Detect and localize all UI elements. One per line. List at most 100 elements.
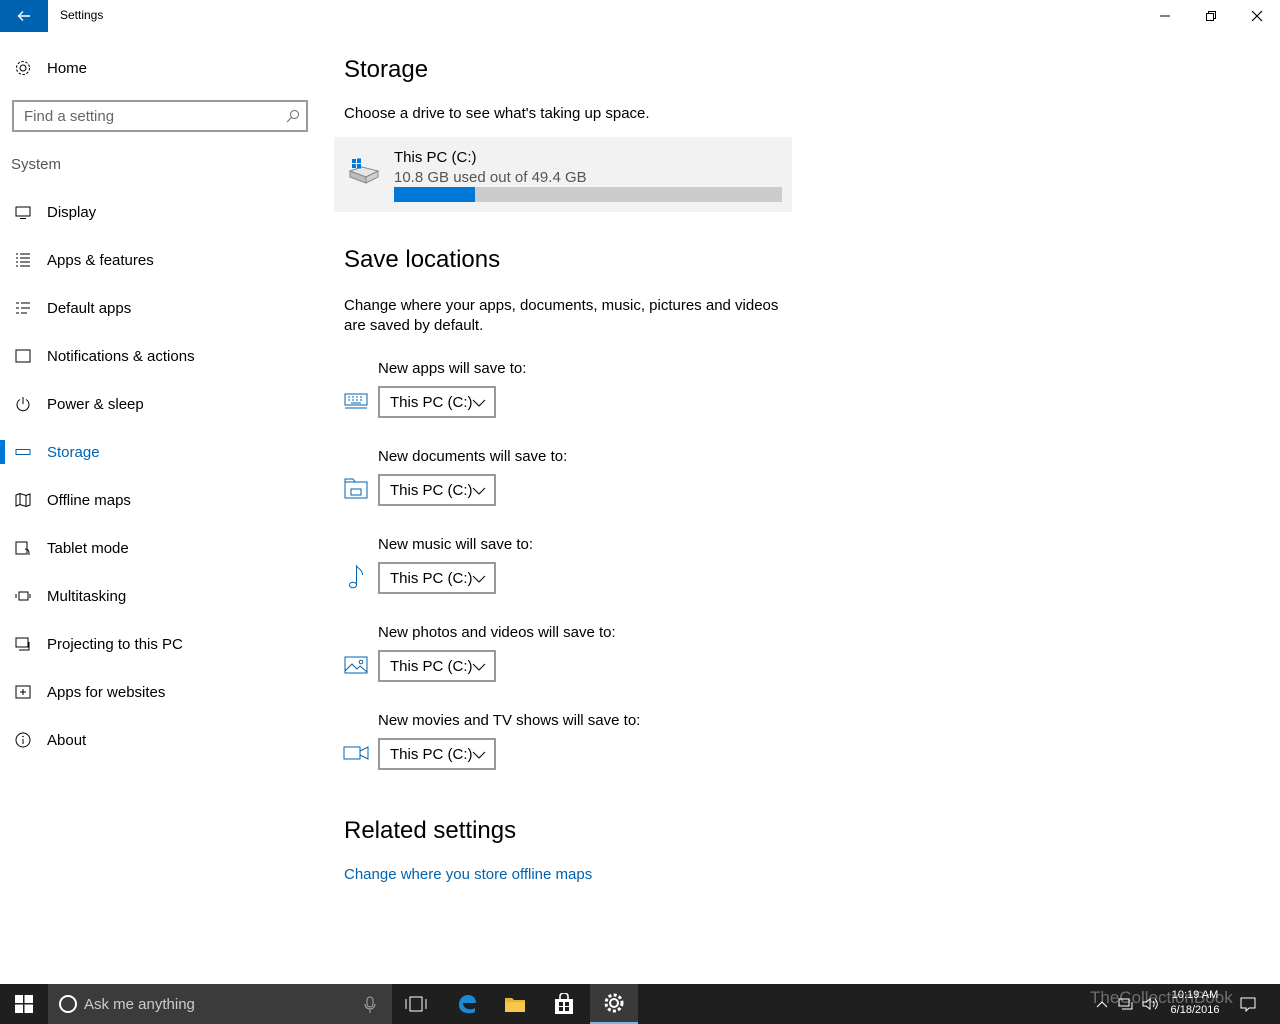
apps-websites-icon bbox=[14, 683, 32, 701]
sidebar-item-about[interactable]: About bbox=[0, 716, 320, 764]
task-view-icon bbox=[405, 996, 427, 1012]
find-setting-search-box[interactable] bbox=[12, 100, 308, 132]
sidebar-item-label: Display bbox=[47, 203, 97, 221]
display-icon bbox=[14, 203, 32, 221]
windows-logo-icon bbox=[15, 995, 33, 1013]
new-documents-label: New documents will save to: bbox=[378, 448, 568, 465]
microphone-icon[interactable] bbox=[364, 996, 376, 1014]
back-button[interactable] bbox=[0, 0, 48, 32]
offline-maps-location-link[interactable]: Change where you store offline maps bbox=[344, 866, 592, 883]
clock[interactable]: 10:19 AM 6/18/2016 bbox=[1160, 988, 1230, 1018]
sidebar-item-label: About bbox=[47, 731, 87, 749]
new-music-drive-select[interactable]: This PC (C:) bbox=[378, 562, 496, 594]
search-input[interactable] bbox=[14, 107, 274, 125]
save-locations-description: Change where your apps, documents, music… bbox=[344, 297, 779, 334]
power-icon bbox=[14, 395, 32, 413]
map-icon bbox=[14, 491, 32, 509]
gear-icon bbox=[604, 993, 624, 1013]
chevron-down-icon bbox=[472, 751, 486, 759]
minimize-button[interactable] bbox=[1142, 0, 1188, 32]
volume-button[interactable] bbox=[1140, 984, 1160, 1024]
restore-button[interactable] bbox=[1188, 0, 1234, 32]
sidebar-item-label: Offline maps bbox=[47, 491, 131, 509]
action-center-icon bbox=[1240, 997, 1256, 1012]
search-icon[interactable] bbox=[286, 109, 300, 123]
minimize-icon bbox=[1160, 15, 1170, 17]
video-camera-icon bbox=[343, 740, 369, 766]
new-movies-label: New movies and TV shows will save to: bbox=[378, 712, 641, 729]
chevron-down-icon bbox=[472, 487, 486, 495]
edge-icon bbox=[459, 995, 476, 1014]
edge-button[interactable] bbox=[443, 984, 491, 1024]
taskbar-search-placeholder: Ask me anything bbox=[84, 995, 195, 1013]
music-icon bbox=[343, 564, 369, 590]
list-icon bbox=[14, 251, 32, 269]
new-apps-label: New apps will save to: bbox=[378, 360, 527, 377]
sidebar-nav: Display Apps & features Default apps Not… bbox=[0, 188, 320, 764]
network-button[interactable] bbox=[1116, 984, 1136, 1024]
taskbar: Ask me anything TheCollectionBook 10:19 … bbox=[0, 984, 1280, 1024]
select-value: This PC (C:) bbox=[390, 657, 473, 675]
close-button[interactable] bbox=[1234, 0, 1280, 32]
chevron-up-icon bbox=[1096, 1001, 1108, 1008]
sidebar-item-projecting[interactable]: Projecting to this PC bbox=[0, 620, 320, 668]
sidebar-item-multitasking[interactable]: Multitasking bbox=[0, 572, 320, 620]
home-nav-item[interactable]: Home bbox=[0, 48, 320, 88]
sidebar-item-power-sleep[interactable]: Power & sleep bbox=[0, 380, 320, 428]
select-value: This PC (C:) bbox=[390, 481, 473, 499]
storage-icon bbox=[14, 443, 32, 461]
sidebar-item-label: Multitasking bbox=[47, 587, 127, 605]
new-music-label: New music will save to: bbox=[378, 536, 534, 553]
action-center-button[interactable] bbox=[1234, 984, 1262, 1024]
clock-date: 6/18/2016 bbox=[1170, 1004, 1220, 1016]
multitasking-icon bbox=[14, 587, 32, 605]
sidebar-item-tablet-mode[interactable]: Tablet mode bbox=[0, 524, 320, 572]
sidebar-item-storage[interactable]: Storage bbox=[0, 428, 320, 476]
drive-card-c[interactable]: This PC (C:) 10.8 GB used out of 49.4 GB bbox=[334, 137, 792, 212]
drive-usage-bar bbox=[394, 187, 782, 202]
documents-icon bbox=[343, 476, 369, 502]
task-view-button[interactable] bbox=[392, 984, 440, 1024]
home-label: Home bbox=[47, 59, 88, 77]
drive-usage-bar-fill bbox=[394, 187, 476, 202]
chevron-down-icon bbox=[472, 575, 486, 583]
page-title: Storage bbox=[344, 56, 429, 83]
folder-icon bbox=[505, 998, 525, 1012]
start-button[interactable] bbox=[0, 984, 48, 1024]
new-photos-drive-select[interactable]: This PC (C:) bbox=[378, 650, 496, 682]
file-explorer-button[interactable] bbox=[491, 984, 539, 1024]
select-value: This PC (C:) bbox=[390, 745, 473, 763]
restore-icon bbox=[1206, 11, 1216, 21]
sidebar-item-label: Power & sleep bbox=[47, 395, 144, 413]
sidebar-item-offline-maps[interactable]: Offline maps bbox=[0, 476, 320, 524]
select-value: This PC (C:) bbox=[390, 569, 473, 587]
back-arrow-icon bbox=[17, 11, 30, 21]
keyboard-icon bbox=[343, 388, 369, 414]
sidebar-item-label: Default apps bbox=[47, 299, 132, 317]
network-icon bbox=[1118, 998, 1133, 1010]
sidebar-item-notifications[interactable]: Notifications & actions bbox=[0, 332, 320, 380]
default-apps-icon bbox=[14, 299, 32, 317]
sidebar-item-apps-websites[interactable]: Apps for websites bbox=[0, 668, 320, 716]
store-icon bbox=[555, 993, 573, 1014]
projecting-icon bbox=[14, 635, 32, 653]
new-documents-drive-select[interactable]: This PC (C:) bbox=[378, 474, 496, 506]
new-movies-drive-select[interactable]: This PC (C:) bbox=[378, 738, 496, 770]
storage-description: Choose a drive to see what's taking up s… bbox=[344, 105, 650, 122]
sidebar-item-apps-features[interactable]: Apps & features bbox=[0, 236, 320, 284]
sidebar-item-default-apps[interactable]: Default apps bbox=[0, 284, 320, 332]
new-apps-drive-select[interactable]: This PC (C:) bbox=[378, 386, 496, 418]
notification-icon bbox=[14, 347, 32, 365]
sidebar-item-label: Apps for websites bbox=[47, 683, 166, 701]
store-button[interactable] bbox=[540, 984, 588, 1024]
tablet-icon bbox=[14, 539, 32, 557]
cortana-search-box[interactable]: Ask me anything bbox=[48, 984, 392, 1024]
volume-icon bbox=[1142, 998, 1158, 1010]
sidebar-item-display[interactable]: Display bbox=[0, 188, 320, 236]
show-hidden-icons-button[interactable] bbox=[1092, 984, 1112, 1024]
sidebar-item-label: Storage bbox=[47, 443, 100, 461]
title-bar: Settings bbox=[0, 0, 1280, 32]
sidebar-item-label: Tablet mode bbox=[47, 539, 129, 557]
gear-icon bbox=[14, 59, 32, 77]
settings-taskbar-button[interactable] bbox=[590, 984, 638, 1024]
